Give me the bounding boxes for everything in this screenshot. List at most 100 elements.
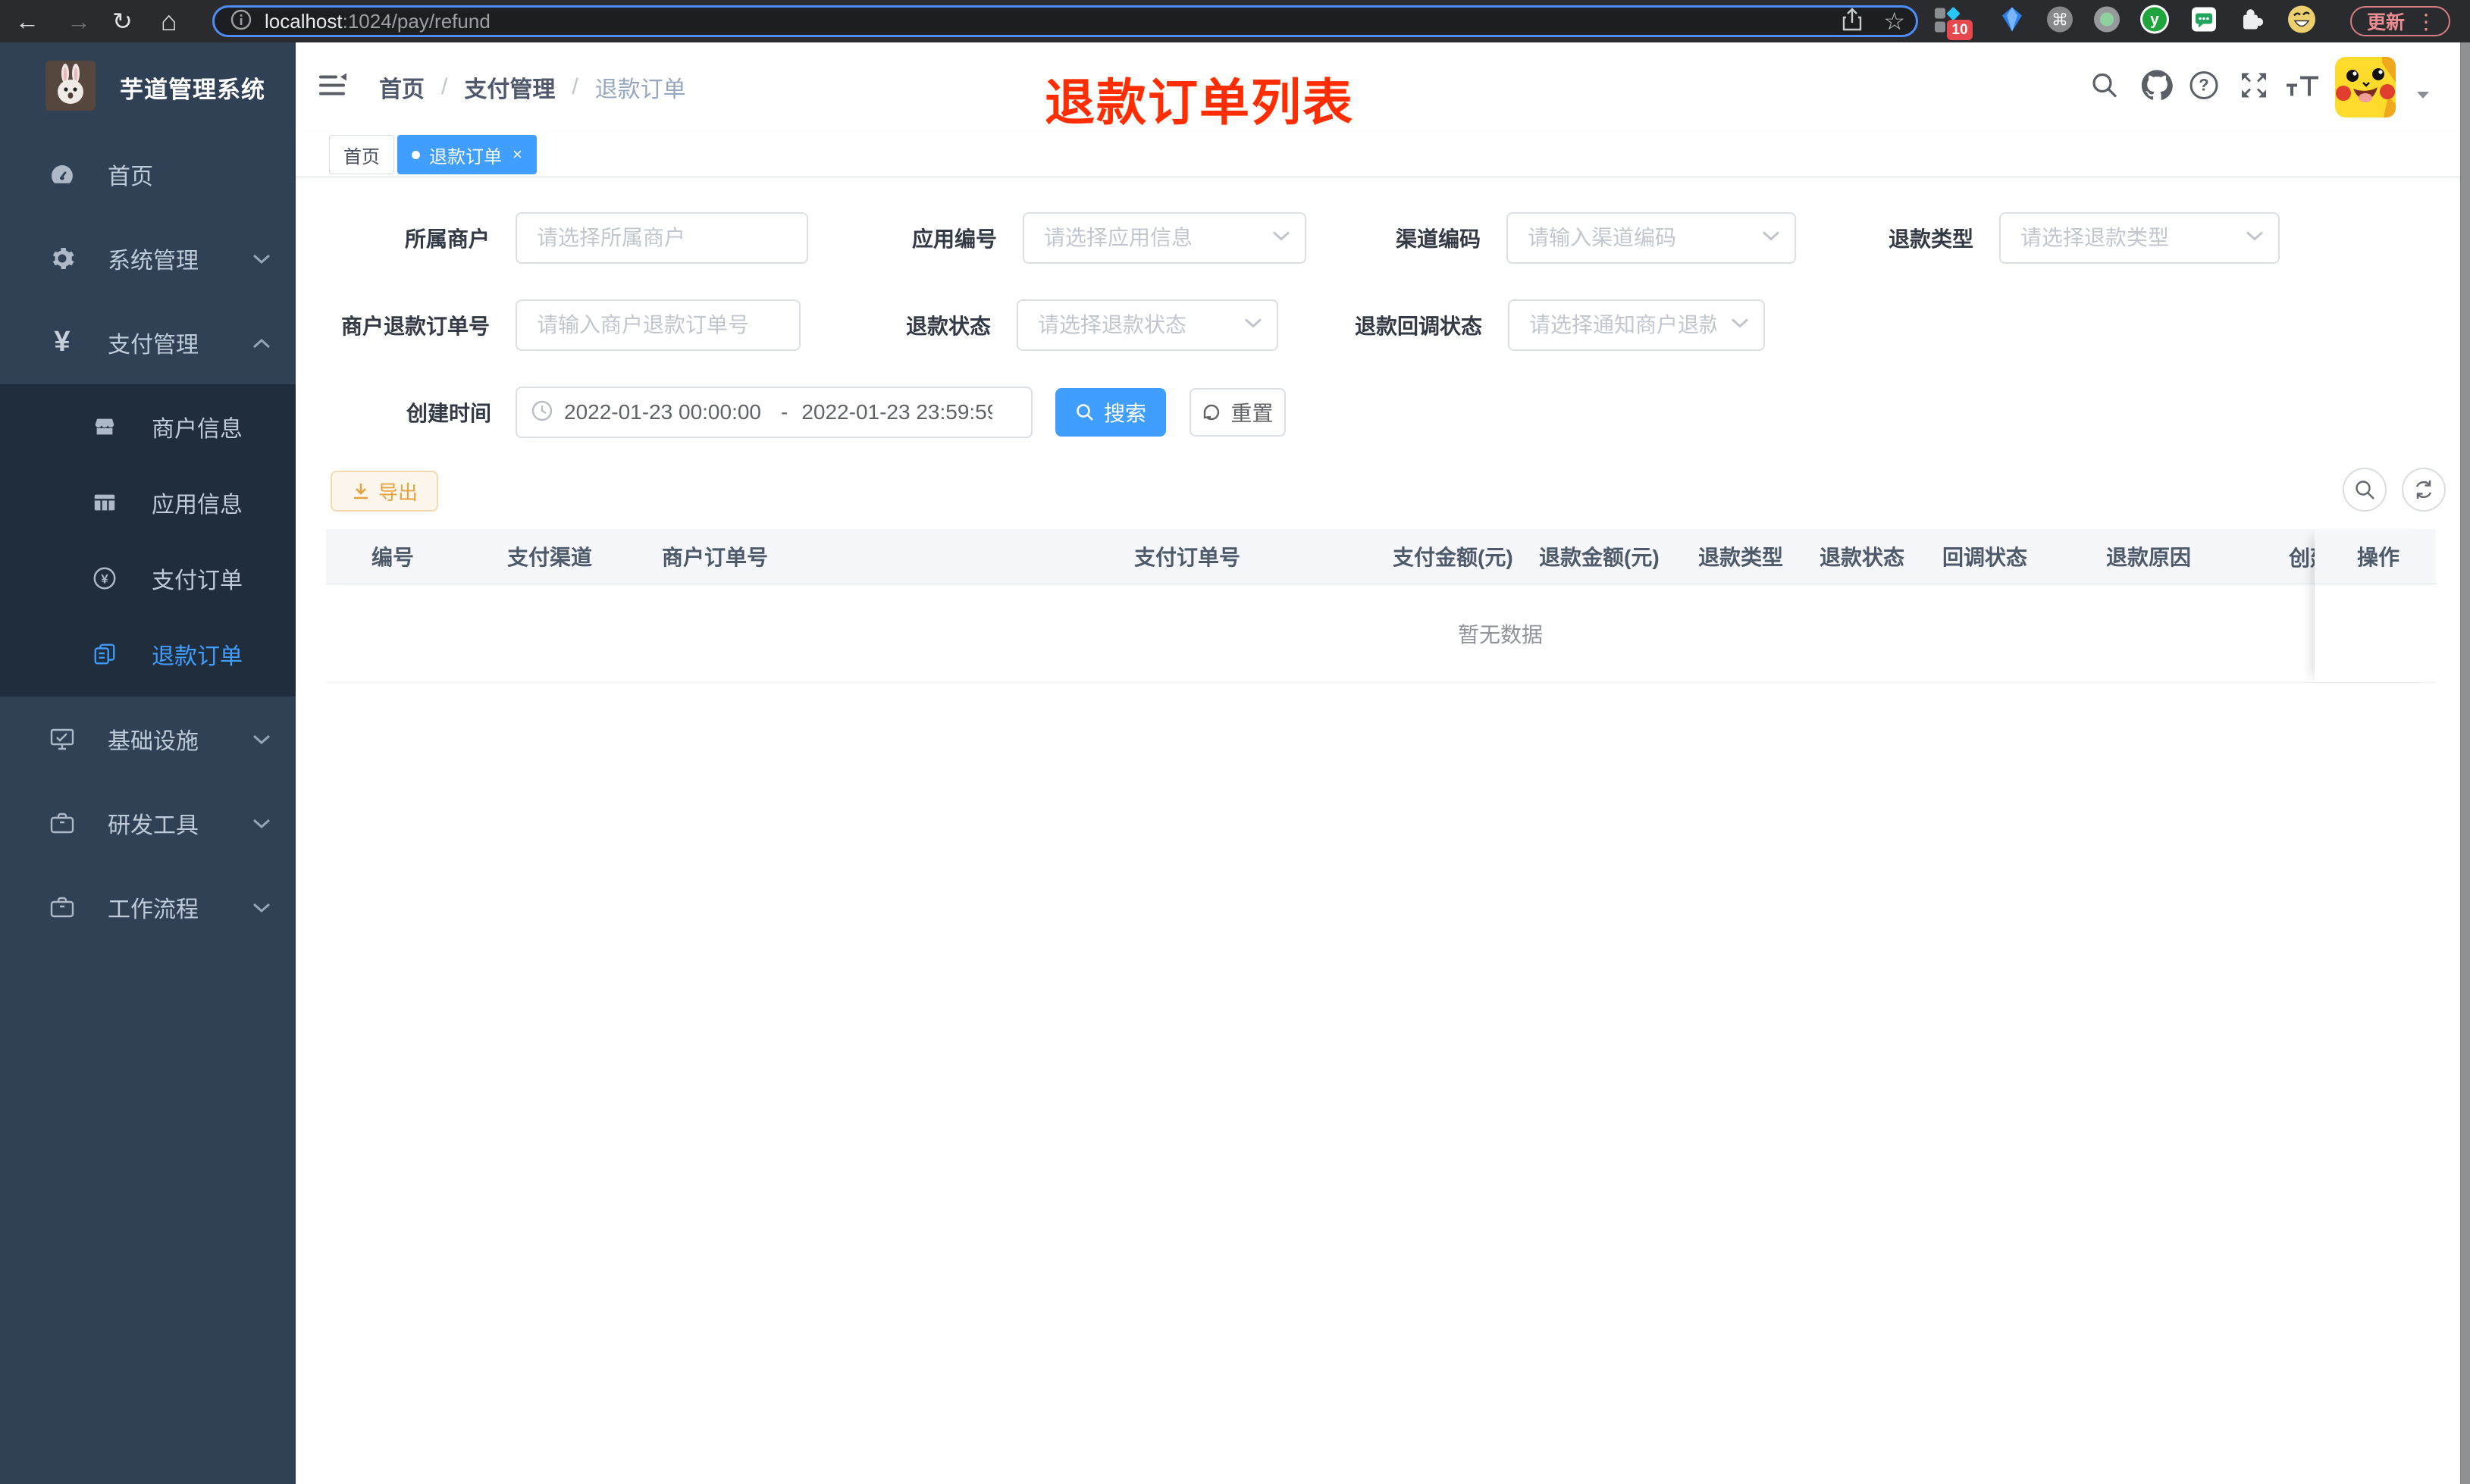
table-search-toggle-button[interactable]	[2343, 468, 2387, 512]
merchant-refund-no-input[interactable]	[516, 299, 801, 351]
browser-toolbar: ← → ↻ ⌂ localhost:1024/pay/refund ☆ 10 ⌘	[0, 0, 2470, 42]
forward-icon[interactable]: →	[67, 9, 91, 33]
page-scrollbar[interactable]	[2460, 42, 2470, 1484]
sidebar-item-pay-order[interactable]: ¥ 支付订单	[0, 540, 296, 616]
sidebar-item-label: 支付订单	[152, 568, 243, 593]
sidebar-item-infra[interactable]: 基础设施	[0, 697, 296, 781]
callback-status-select[interactable]	[1508, 299, 1765, 351]
filter-callback-status: 退款回调状态	[1355, 299, 1765, 351]
chevron-down-icon	[1243, 318, 1263, 333]
create-time-range-picker[interactable]: 创建时间 2022-01-23 00:00:00 - 2022-01-23 23…	[406, 387, 1033, 438]
filter-row-3: 创建时间 2022-01-23 00:00:00 - 2022-01-23 23…	[296, 387, 2460, 438]
breadcrumb-pay[interactable]: 支付管理	[464, 70, 555, 104]
sidebar-item-label: 商户信息	[152, 417, 243, 442]
export-button[interactable]: 导出	[331, 471, 438, 512]
briefcase-icon	[47, 894, 77, 921]
filter-refund-status: 退款状态	[906, 299, 1278, 351]
fullscreen-icon[interactable]	[2239, 70, 2269, 105]
breadcrumb-separator: /	[441, 74, 448, 99]
col-header-refund-type: 退款类型	[1698, 546, 1784, 569]
col-header-action: 操作	[2315, 529, 2436, 584]
search-icon[interactable]	[2089, 70, 2120, 105]
sidebar-toggle-icon[interactable]	[315, 69, 349, 106]
monitor-icon	[47, 725, 77, 753]
date-start-value[interactable]: 2022-01-23 00:00:00	[564, 400, 767, 424]
sidebar-item-label: 退款订单	[152, 644, 243, 669]
url-text[interactable]: localhost:1024/pay/refund	[265, 10, 491, 33]
address-bar[interactable]: localhost:1024/pay/refund ☆	[212, 5, 1918, 37]
extension-y-icon[interactable]: y	[2139, 5, 2170, 39]
fixed-action-column-body	[2315, 584, 2436, 683]
search-button[interactable]: 搜索	[1055, 388, 1166, 437]
col-header-refund-status: 退款状态	[1820, 546, 1905, 569]
share-icon[interactable]	[1841, 7, 1863, 36]
breadcrumb-home[interactable]: 首页	[379, 70, 425, 104]
sidebar-item-workflow[interactable]: 工作流程	[0, 865, 296, 949]
sidebar-item-devtools[interactable]: 研发工具	[0, 781, 296, 865]
help-icon[interactable]: ?	[2188, 70, 2220, 105]
extension-badge: 10	[1947, 20, 1973, 40]
reload-icon[interactable]: ↻	[112, 9, 133, 33]
extension-dot-icon[interactable]	[2092, 5, 2121, 38]
font-size-icon[interactable]	[2285, 70, 2320, 105]
extensions-puzzle-icon[interactable]	[2238, 5, 2267, 38]
tag-refund-order[interactable]: 退款订单 ×	[397, 135, 537, 174]
sidebar-item-merchant-info[interactable]: 商户信息	[0, 389, 296, 465]
chevron-down-icon	[252, 726, 271, 752]
sidebar-item-label: 首页	[108, 164, 153, 189]
profile-emoji-icon[interactable]	[2287, 5, 2317, 39]
filter-channel: 渠道编码	[1396, 212, 1796, 264]
sidebar-item-pay[interactable]: ¥ 支付管理	[0, 300, 296, 384]
reset-button[interactable]: 重置	[1190, 388, 1286, 437]
channel-select[interactable]	[1506, 212, 1796, 264]
tag-home[interactable]: 首页	[329, 135, 394, 174]
table-refresh-button[interactable]	[2402, 468, 2446, 512]
app-select[interactable]	[1023, 212, 1306, 264]
page-annotation-title: 退款订单列表	[1045, 74, 1354, 130]
date-range-separator: -	[781, 400, 788, 424]
avatar-caret-icon[interactable]	[2415, 89, 2431, 103]
navbar: 首页 / 支付管理 / 退款订单 退款订单列表 ?	[296, 42, 2470, 132]
chevron-down-icon	[252, 894, 271, 920]
sidebar-item-home[interactable]: 首页	[0, 132, 296, 216]
sidebar-item-label: 基础设施	[108, 728, 199, 754]
filter-refund-type: 退款类型	[1889, 212, 2280, 264]
filter-label: 应用编号	[911, 227, 997, 251]
refund-status-select[interactable]	[1017, 299, 1278, 351]
sidebar-item-system[interactable]: 系统管理	[0, 216, 296, 300]
filter-label: 退款类型	[1888, 227, 1973, 251]
col-header-pay-order-no: 支付订单号	[1134, 546, 1241, 569]
home-icon[interactable]: ⌂	[161, 8, 177, 35]
tag-label: 退款订单	[429, 146, 502, 167]
table-body: 暂无数据	[326, 584, 2436, 683]
extension-gem-icon[interactable]	[1998, 6, 2026, 37]
github-icon[interactable]	[2141, 70, 2173, 105]
col-header-refund-amount: 退款金额(元)	[1539, 546, 1660, 569]
chevron-down-icon	[1271, 230, 1291, 246]
chevron-down-icon	[2245, 230, 2265, 246]
sidebar-logo[interactable]: 芋道管理系统	[0, 42, 296, 132]
tag-close-icon[interactable]: ×	[512, 146, 522, 163]
date-end-value[interactable]: 2022-01-23 23:59:59	[801, 400, 992, 424]
extension-chat-icon[interactable]	[2189, 5, 2218, 38]
sidebar-item-refund-order[interactable]: 退款订单	[0, 616, 296, 692]
page: ← → ↻ ⌂ localhost:1024/pay/refund ☆ 10 ⌘	[0, 0, 2470, 1484]
browser-menu-icon[interactable]: ⋮	[2415, 9, 2437, 34]
user-avatar[interactable]	[2335, 57, 2396, 117]
sidebar: 芋道管理系统 首页 系统管理 ¥ 支付管理 商户信息 应用信息 ¥ 支付订单 退…	[0, 42, 296, 1484]
extension-command-icon[interactable]: ⌘	[2045, 5, 2074, 38]
site-info-icon[interactable]	[230, 8, 252, 35]
back-icon[interactable]: ←	[15, 9, 39, 33]
filter-label: 渠道编码	[1395, 227, 1481, 251]
sidebar-item-label: 应用信息	[152, 493, 243, 518]
bookmark-star-icon[interactable]: ☆	[1883, 7, 1905, 36]
merchant-input[interactable]	[516, 212, 808, 264]
refund-type-select[interactable]	[1999, 212, 2280, 264]
browser-update-button[interactable]: 更新 ⋮	[2350, 6, 2451, 36]
filter-label: 创建时间	[406, 402, 491, 425]
empty-state-text: 暂无数据	[1457, 622, 1544, 647]
dashboard-icon	[47, 161, 77, 188]
col-header-merchant-order-no: 商户订单号	[662, 546, 769, 569]
svg-text:⌘: ⌘	[2052, 11, 2068, 30]
sidebar-item-app-info[interactable]: 应用信息	[0, 465, 296, 540]
